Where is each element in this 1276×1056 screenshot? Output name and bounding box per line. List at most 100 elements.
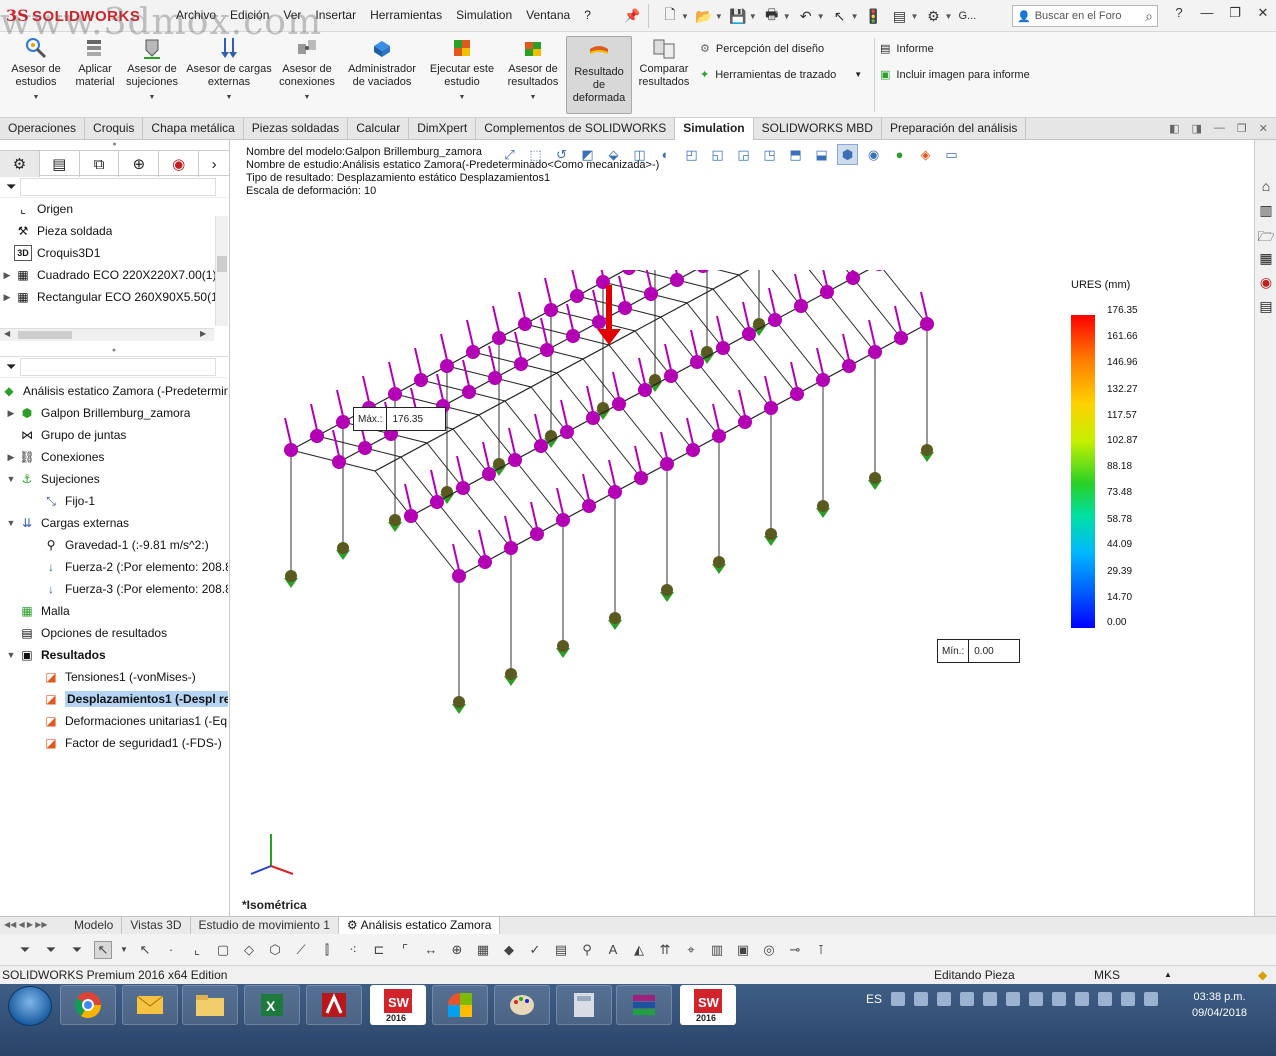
- report-button[interactable]: ▤ Informe: [880, 42, 934, 56]
- traffic-light-icon[interactable]: 🚦: [863, 5, 885, 27]
- paint-taskbar-icon[interactable]: [494, 985, 550, 1025]
- autocad-taskbar-icon[interactable]: [306, 985, 362, 1025]
- collapse-icon[interactable]: ▼: [4, 650, 18, 660]
- menu-insertar[interactable]: Insertar: [315, 8, 356, 22]
- tab-chapa-metalica[interactable]: Chapa metálica: [143, 118, 244, 140]
- network-icon[interactable]: [1121, 992, 1136, 1006]
- save-icon[interactable]: 💾: [727, 5, 749, 27]
- feature-tree-horizontal-scrollbar[interactable]: ◀ ▶: [0, 328, 214, 341]
- view-left-icon[interactable]: ◲: [733, 144, 754, 165]
- chrome-taskbar-icon[interactable]: [60, 985, 116, 1025]
- tree-item-study[interactable]: ◆Análisis estatico Zamora (-Predetermina…: [0, 380, 228, 402]
- filter-table-icon[interactable]: ▦: [474, 941, 492, 959]
- tray-app-icon[interactable]: [914, 992, 929, 1006]
- new-dropdown-icon[interactable]: ▼: [681, 12, 689, 21]
- scroll-thumb[interactable]: [18, 331, 72, 339]
- menu-help[interactable]: ?: [584, 8, 591, 22]
- simulation-tree-filter[interactable]: ⏷: [0, 356, 228, 378]
- home-resources-icon[interactable]: ⌂: [1256, 178, 1276, 198]
- filter-tag-icon[interactable]: ◆: [500, 941, 518, 959]
- monitor-display-icon[interactable]: ▭: [941, 144, 962, 165]
- status-units[interactable]: MKS: [1094, 968, 1120, 982]
- view-right-icon[interactable]: ◳: [759, 144, 780, 165]
- filter-all-icon[interactable]: ⏷: [68, 941, 86, 959]
- tab-complementos[interactable]: Complementos de SOLIDWORKS: [476, 118, 676, 140]
- menu-simulation[interactable]: Simulation: [456, 8, 512, 22]
- tree-item-connections[interactable]: ▶ ⛓ Conexiones: [0, 446, 228, 468]
- notification-tag-icon[interactable]: ◆: [1258, 968, 1267, 982]
- filter-clear-icon[interactable]: ⏷: [42, 941, 60, 959]
- filter-dimension-icon[interactable]: ↔: [422, 941, 440, 959]
- filter-axis-icon[interactable]: ⟋: [292, 941, 310, 959]
- tab-preparacion-analisis[interactable]: Preparación del análisis: [882, 118, 1027, 140]
- filter-grid-icon[interactable]: ▤: [552, 941, 570, 959]
- propertymanager-tab-icon[interactable]: ▤: [40, 151, 80, 177]
- simulation-filter-input[interactable]: [20, 358, 217, 376]
- options-dropdown-icon[interactable]: ▼: [944, 12, 952, 21]
- filter-sketch-icon[interactable]: ⊏: [370, 941, 388, 959]
- print-dropdown-icon[interactable]: ▼: [783, 12, 791, 21]
- tray-app-icon[interactable]: [1029, 992, 1044, 1006]
- scroll-right-icon[interactable]: ▶: [200, 329, 206, 338]
- deformed-result-button[interactable]: Resultado de deformada: [566, 36, 632, 114]
- tree-item-mesh[interactable]: ▦ Malla: [0, 600, 228, 622]
- file-explorer-icon[interactable]: 🗁: [1256, 226, 1276, 246]
- display-style-icon[interactable]: ◫: [629, 144, 650, 165]
- filter-symbol-icon[interactable]: ◭: [630, 941, 648, 959]
- include-image-report-button[interactable]: ▣ Incluir imagen para informe: [880, 68, 1030, 82]
- filter-toggle-icon[interactable]: ⏷: [16, 941, 34, 959]
- excel-taskbar-icon[interactable]: X: [244, 985, 300, 1025]
- panel-tabs-more-icon[interactable]: ›: [199, 151, 229, 177]
- system-clock[interactable]: 03:38 p.m. 09/04/2018: [1192, 989, 1247, 1021]
- tree-item-factor-of-safety[interactable]: ◪ Factor de seguridad1 (-FDS-): [0, 732, 228, 754]
- apply-material-button[interactable]: Aplicar material: [70, 36, 120, 89]
- galpon-structure-model[interactable]: [261, 270, 1061, 830]
- tab-navigation-arrows[interactable]: ◀◀ ◀ ▶ ▶▶: [0, 917, 66, 934]
- view-settings-icon[interactable]: ◉: [863, 144, 884, 165]
- doc-close-icon[interactable]: ✕: [1259, 122, 1268, 135]
- tree-item-stress[interactable]: ◪ Tensiones1 (-vonMises-): [0, 666, 228, 688]
- menu-ver[interactable]: Ver: [283, 8, 301, 22]
- external-loads-advisor-button[interactable]: Asesor de cargas externas ▼: [186, 36, 272, 104]
- tab-modelo[interactable]: Modelo: [66, 917, 123, 934]
- tab-piezas-soldadas[interactable]: Piezas soldadas: [244, 118, 349, 140]
- compare-results-button[interactable]: Comparar resultados: [634, 36, 694, 89]
- file-properties-icon[interactable]: ▤: [889, 5, 911, 27]
- min-probe-label[interactable]: Mín.: 0.00: [937, 639, 1021, 663]
- scroll-thumb[interactable]: [217, 256, 227, 272]
- tray-app-icon[interactable]: [937, 992, 952, 1006]
- save-dropdown-icon[interactable]: ▼: [749, 12, 757, 21]
- help-icon[interactable]: ?: [1172, 5, 1186, 21]
- menu-archivo[interactable]: Archivo: [176, 8, 216, 22]
- filter-annotation-icon[interactable]: ⊕: [448, 941, 466, 959]
- filter-check-icon[interactable]: ✓: [526, 941, 544, 959]
- undo-dropdown-icon[interactable]: ▼: [817, 12, 825, 21]
- tree-item-origen[interactable]: ⌞ Origen: [0, 198, 229, 220]
- tab-mbd[interactable]: SOLIDWORKS MBD: [754, 118, 882, 140]
- doc-minimize-icon[interactable]: —: [1214, 122, 1225, 135]
- zoom-area-icon[interactable]: ⬚: [525, 144, 546, 165]
- open-folder-icon[interactable]: 📂: [693, 5, 715, 27]
- plot-tools-button[interactable]: ✦ Herramientas de trazado ▼: [700, 68, 862, 82]
- calculator-taskbar-icon[interactable]: [556, 985, 612, 1025]
- panel-grip-middle[interactable]: ●: [0, 346, 228, 356]
- plot-tools-dropdown-icon[interactable]: ▼: [854, 70, 862, 79]
- select-cursor-icon[interactable]: ↖: [829, 5, 851, 27]
- tab-estudio-movimiento[interactable]: Estudio de movimiento 1: [191, 917, 339, 934]
- tab-vistas-3d[interactable]: Vistas 3D: [122, 917, 191, 934]
- appearance-icon[interactable]: ●: [889, 144, 910, 165]
- tray-app-icon[interactable]: [960, 992, 975, 1006]
- featuremanager-tab-icon[interactable]: ⚙: [0, 151, 40, 177]
- filter-solid-icon[interactable]: ⬡: [266, 941, 284, 959]
- tree-item-force-3[interactable]: ↓ Fuerza-3 (:Por elemento: 208.8: [0, 578, 228, 600]
- tree-item-force-2[interactable]: ↓ Fuerza-2 (:Por elemento: 208.8: [0, 556, 228, 578]
- tab-croquis[interactable]: Croquis: [85, 118, 144, 140]
- zoom-to-fit-icon[interactable]: ⤢: [499, 144, 520, 165]
- filter-point-icon[interactable]: ⁖: [344, 941, 362, 959]
- filter-plane-icon[interactable]: ⫿: [318, 941, 336, 959]
- run-study-button[interactable]: Ejecutar este estudio ▼: [426, 36, 498, 104]
- filter-edge-icon[interactable]: ⌞: [188, 941, 206, 959]
- view-front-icon[interactable]: ◰: [681, 144, 702, 165]
- custom-properties-icon[interactable]: ▤: [1256, 298, 1276, 318]
- filter-note-icon[interactable]: A: [604, 941, 622, 959]
